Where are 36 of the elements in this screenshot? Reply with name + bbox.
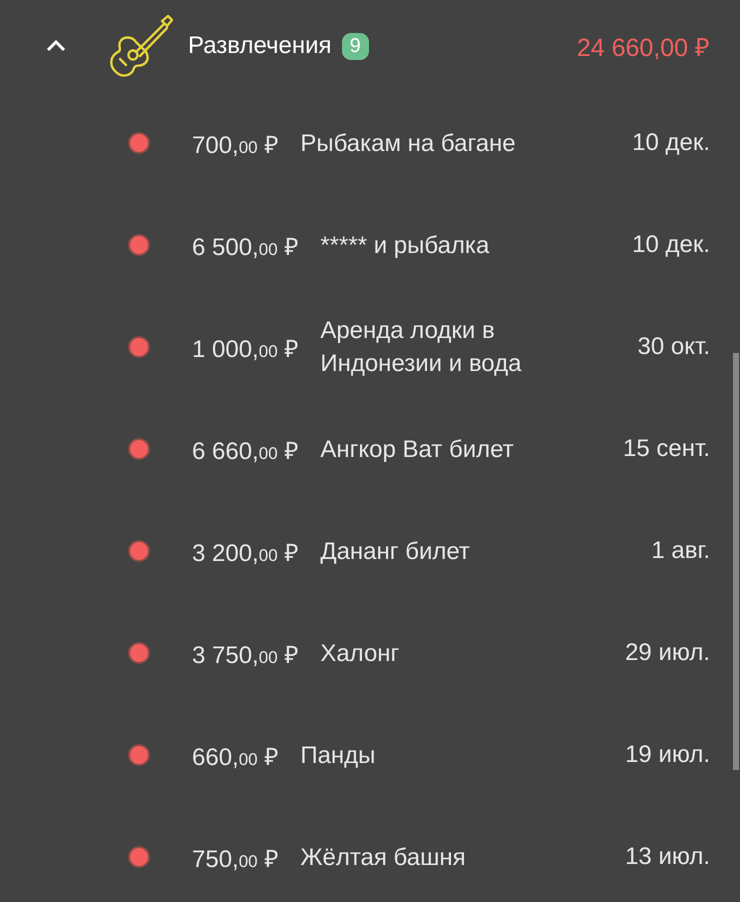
date: 15 сент. xyxy=(623,435,710,463)
count-badge: 9 xyxy=(342,32,369,60)
category-name: Развлечения xyxy=(188,32,332,60)
status-dot xyxy=(130,644,148,662)
description: ***** и рыбалка xyxy=(320,230,490,260)
description: Жёлтая башня xyxy=(300,842,467,872)
description: Ангкор Ват билет xyxy=(320,434,515,464)
amount: 1 000,00 ₽ xyxy=(192,334,298,364)
description: Дананг билет xyxy=(320,536,471,566)
date: 10 дек. xyxy=(632,231,710,259)
amount: 700,00 ₽ xyxy=(192,130,278,160)
amount: 750,00 ₽ xyxy=(192,844,278,874)
date: 10 дек. xyxy=(632,129,710,157)
status-dot xyxy=(130,848,148,866)
date: 13 июл. xyxy=(625,843,710,871)
status-dot xyxy=(130,338,148,356)
description: Рыбакам на багане xyxy=(300,128,517,158)
date: 1 авг. xyxy=(651,537,710,565)
amount: 3 200,00 ₽ xyxy=(192,538,298,568)
amount: 6 660,00 ₽ xyxy=(192,436,298,466)
scrollbar[interactable] xyxy=(733,353,739,770)
amount: 6 500,00 ₽ xyxy=(192,232,298,262)
amount: 3 750,00 ₽ xyxy=(192,640,298,670)
description: Халонг xyxy=(320,638,400,668)
status-dot xyxy=(130,134,148,152)
description: Панды xyxy=(300,740,376,770)
status-dot xyxy=(130,542,148,560)
date: 30 окт. xyxy=(638,333,710,361)
status-dot xyxy=(130,746,148,764)
status-dot xyxy=(130,440,148,458)
description: Аренда лодки в Индонезии и вода xyxy=(320,316,522,379)
category-total: 24 660,00 ₽ xyxy=(576,33,710,63)
amount: 660,00 ₽ xyxy=(192,742,278,772)
date: 29 июл. xyxy=(625,639,710,667)
status-dot xyxy=(130,236,148,254)
date: 19 июл. xyxy=(625,741,710,769)
